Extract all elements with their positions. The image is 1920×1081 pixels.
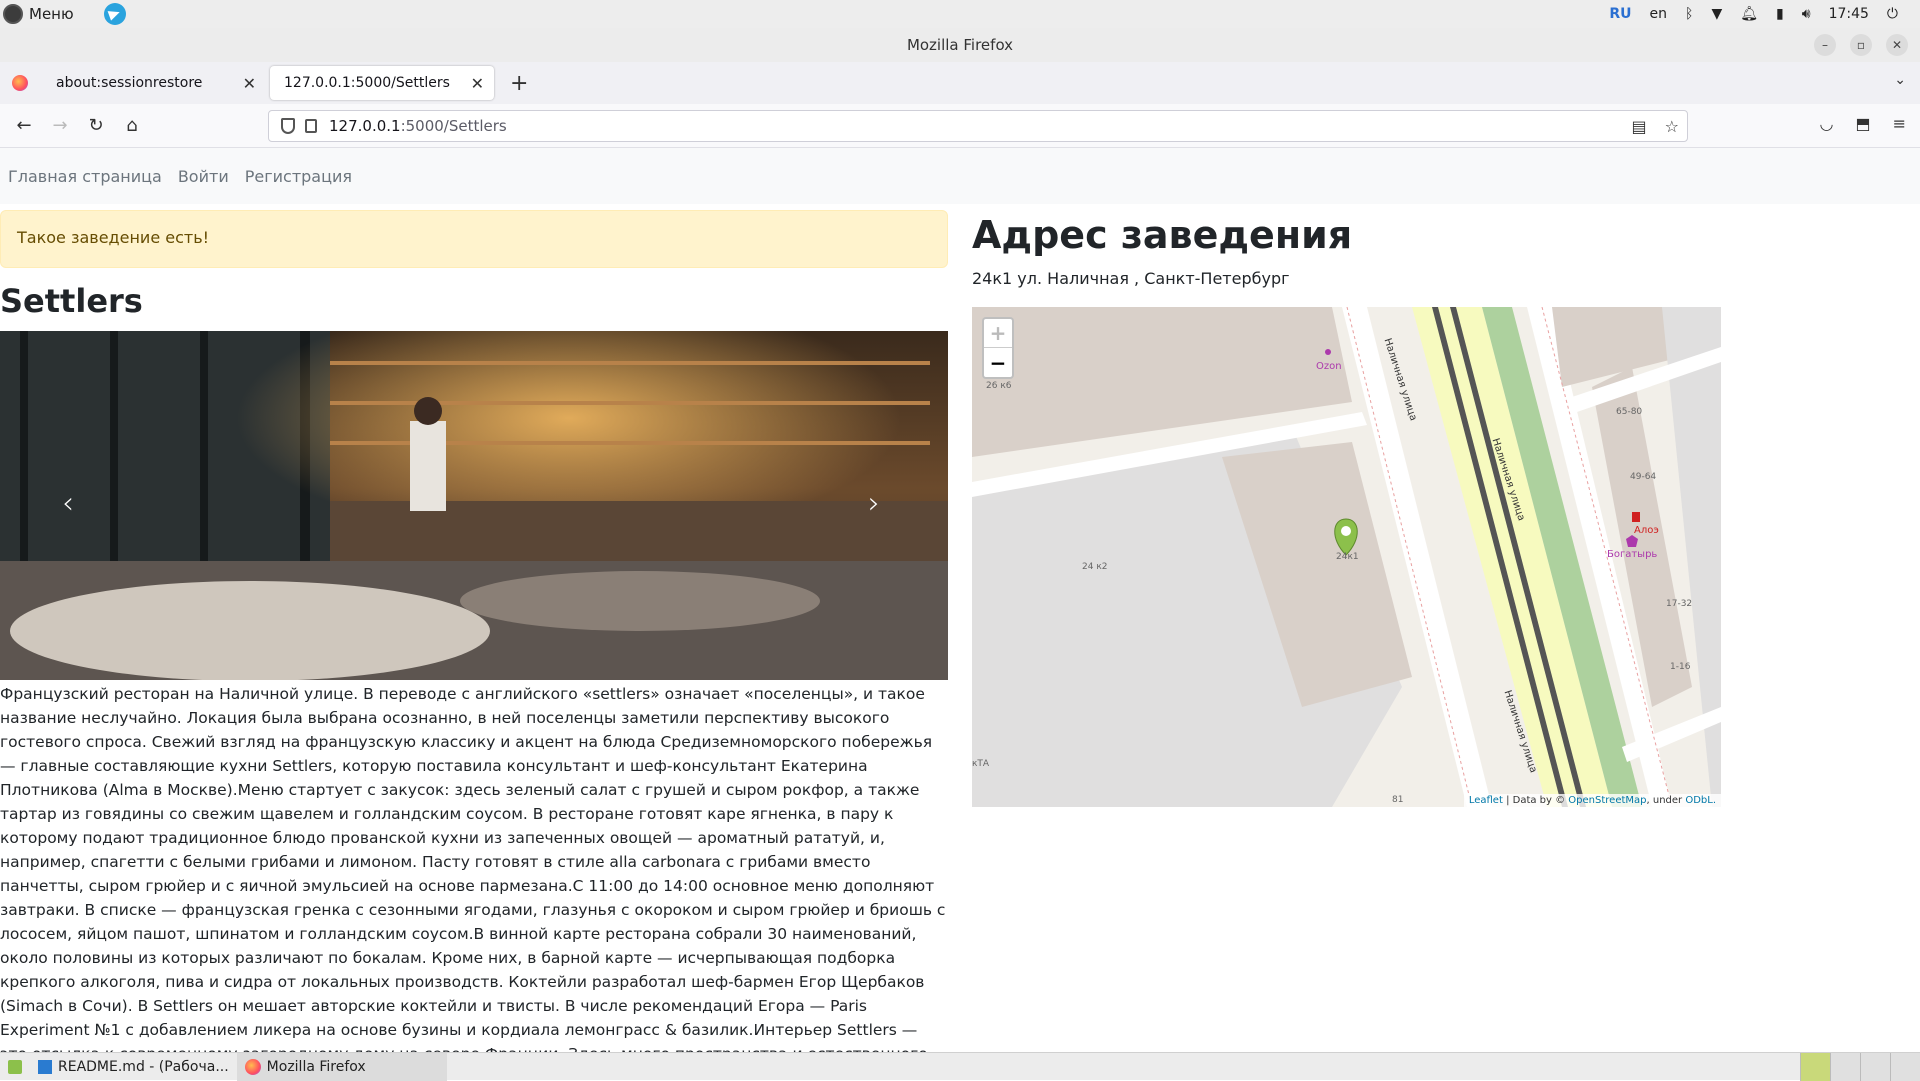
map-label-aloe: Алоэ — [1634, 525, 1659, 536]
carousel-prev-icon[interactable]: ‹ — [62, 486, 74, 521]
battery-icon[interactable]: ▮ — [1776, 6, 1784, 22]
app-menu-icon[interactable]: ≡ — [1893, 114, 1906, 133]
tab-close-icon[interactable]: ✕ — [471, 74, 484, 93]
bookmark-star-icon[interactable]: ☆ — [1665, 117, 1679, 136]
map-label-kta: кТА — [972, 759, 990, 769]
firefox-icon — [244, 1058, 261, 1075]
photo-carousel[interactable]: ‹ › — [0, 331, 948, 680]
window-title-bar: Mozilla Firefox – ▫ ✕ — [0, 28, 1920, 62]
map-zoom-control: + − — [982, 317, 1014, 379]
minimize-icon[interactable]: – — [1814, 34, 1836, 56]
url-path: :5000/Settlers — [400, 117, 507, 135]
power-icon[interactable]: ⏻ — [1887, 6, 1898, 22]
map-label-1-16: 1-16 — [1670, 662, 1691, 672]
start-icon — [8, 1059, 22, 1074]
tab-sessionrestore[interactable]: about:sessionrestore ✕ — [42, 66, 266, 100]
taskbar-item-readme[interactable]: README.md - (Рабоча... — [30, 1053, 237, 1081]
os-menu-label: Меню — [29, 5, 74, 23]
map-attribution: Leaflet | Data by © OpenStreetMap, under… — [1463, 794, 1721, 807]
place-description: Французский ресторан на Наличной улице. … — [0, 685, 946, 1052]
map-label-81: 81 — [1392, 795, 1404, 805]
back-icon[interactable]: ← — [6, 115, 42, 136]
success-alert: Такое заведение есть! — [0, 210, 948, 268]
os-menu-button[interactable]: Меню — [0, 4, 74, 24]
chevron-down-icon[interactable]: ⌄ — [1894, 72, 1906, 88]
tab-label: about:sessionrestore — [56, 75, 203, 91]
workspace-3[interactable] — [1860, 1053, 1890, 1081]
address-heading: Адрес заведения — [972, 213, 1353, 257]
navigation-toolbar: ← → ↻ ⌂ 127.0.0.1 :5000/Settlers ▤ ☆ ◡ ⬒… — [0, 104, 1920, 148]
place-title: Settlers — [0, 282, 143, 320]
site-navbar: Главная страница Войти Регистрация — [0, 148, 1920, 204]
lang-ru-indicator[interactable]: RU — [1609, 6, 1631, 22]
os-top-panel: Меню RU en ᛒ ▼ 🔔︎ ▮ 🔊︎ 17:45 ⏻ — [0, 0, 1920, 28]
map-label-bogatyr: Богатырь — [1607, 549, 1658, 560]
volume-icon[interactable]: 🔊︎ — [1802, 6, 1811, 22]
map-label-24k2: 24 к2 — [1082, 562, 1108, 572]
map-label-ozon: Ozon — [1316, 361, 1342, 372]
nav-link-home[interactable]: Главная страница — [8, 167, 162, 186]
taskbar-label: Mozilla Firefox — [266, 1058, 366, 1075]
new-tab-icon[interactable]: + — [510, 71, 528, 96]
bell-icon[interactable]: 🔔︎ — [1740, 6, 1758, 22]
odbl-link[interactable]: ODbL. — [1685, 795, 1716, 806]
taskbar: README.md - (Рабоча... Mozilla Firefox — [0, 1052, 1920, 1081]
workspace-4[interactable] — [1890, 1053, 1920, 1081]
nav-link-login[interactable]: Войти — [178, 167, 229, 186]
map-label-65-80: 65-80 — [1616, 407, 1643, 417]
map-widget[interactable]: Ozon 26 к6 24 к2 24к1 65-80 49-64 17-32 … — [972, 307, 1721, 807]
map-label-49-64: 49-64 — [1630, 472, 1657, 482]
tab-close-icon[interactable]: ✕ — [243, 74, 256, 93]
window-title: Mozilla Firefox — [906, 36, 1014, 54]
reload-icon[interactable]: ↻ — [78, 115, 114, 136]
leaflet-link[interactable]: Leaflet — [1469, 795, 1503, 806]
carousel-next-icon[interactable]: › — [868, 486, 880, 521]
clock[interactable]: 17:45 — [1829, 6, 1869, 22]
reader-view-icon[interactable]: ▤ — [1632, 117, 1647, 136]
attribution-text: , under — [1646, 795, 1686, 806]
workspace-2[interactable] — [1830, 1053, 1860, 1081]
map-label-26k6: 26 к6 — [986, 381, 1012, 391]
nav-link-register[interactable]: Регистрация — [245, 167, 352, 186]
tab-label: 127.0.0.1:5000/Settlers — [284, 75, 450, 91]
map-label-17-32: 17-32 — [1666, 599, 1693, 609]
os-logo-icon — [3, 4, 23, 24]
url-host: 127.0.0.1 — [329, 117, 401, 135]
lock-icon[interactable] — [305, 119, 317, 133]
system-tray: RU en ᛒ ▼ 🔔︎ ▮ 🔊︎ 17:45 ⏻ — [1609, 0, 1920, 28]
firefox-view-icon[interactable] — [12, 75, 28, 91]
osm-link[interactable]: OpenStreetMap — [1568, 795, 1646, 806]
maximize-icon[interactable]: ▫ — [1850, 34, 1872, 56]
tab-settlers[interactable]: 127.0.0.1:5000/Settlers ✕ — [270, 66, 494, 100]
taskbar-label: README.md - (Рабоча... — [58, 1058, 229, 1075]
forward-icon[interactable]: → — [42, 115, 78, 136]
shield-icon[interactable] — [281, 118, 295, 134]
map-label-24k1: 24к1 — [1336, 552, 1359, 562]
bluetooth-icon[interactable]: ᛒ — [1685, 6, 1693, 22]
taskbar-item-firefox[interactable]: Mozilla Firefox — [236, 1052, 447, 1081]
extensions-icon[interactable]: ⬒ — [1855, 114, 1870, 133]
restaurant-photo — [0, 331, 948, 680]
page-content: Главная страница Войти Регистрация Такое… — [0, 148, 1920, 1052]
pocket-icon[interactable]: ◡ — [1820, 114, 1834, 133]
start-menu-button[interactable] — [0, 1053, 30, 1081]
telegram-icon[interactable] — [103, 3, 126, 25]
lang-en-indicator[interactable]: en — [1650, 6, 1668, 22]
workspace-1[interactable] — [1800, 1053, 1830, 1081]
tab-strip: about:sessionrestore ✕ 127.0.0.1:5000/Se… — [0, 62, 1920, 104]
attribution-text: | Data by © — [1502, 795, 1569, 806]
zoom-in-button[interactable]: + — [984, 319, 1012, 348]
workspace-switcher — [1800, 1053, 1920, 1081]
address-text: 24к1 ул. Наличная , Санкт-Петербург — [972, 269, 1290, 288]
url-bar[interactable]: 127.0.0.1 :5000/Settlers ▤ ☆ — [268, 110, 1688, 142]
home-icon[interactable]: ⌂ — [114, 115, 150, 136]
zoom-out-button[interactable]: − — [984, 348, 1012, 377]
vscode-icon — [38, 1059, 52, 1074]
close-icon[interactable]: ✕ — [1886, 34, 1908, 56]
wifi-icon[interactable]: ▼ — [1711, 6, 1722, 22]
